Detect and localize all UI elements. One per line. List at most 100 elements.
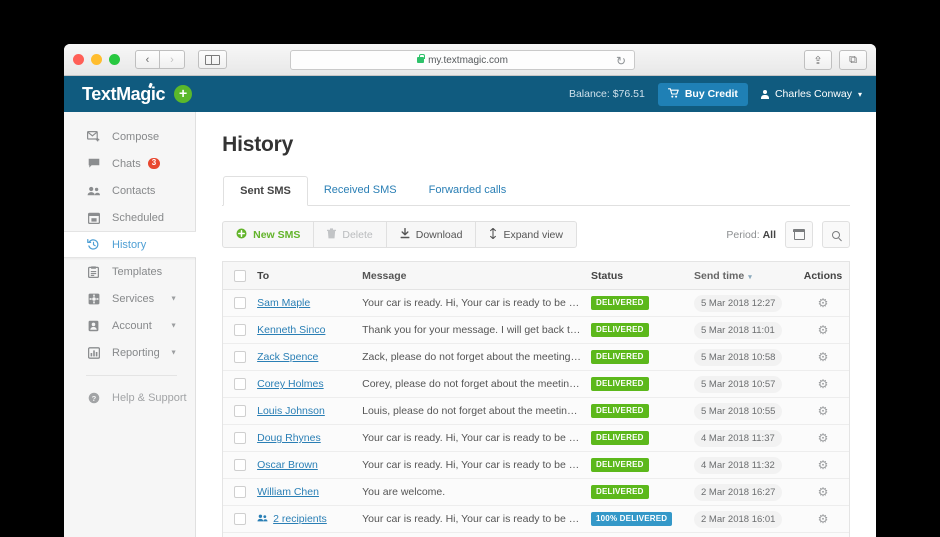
table-row[interactable]: Kenneth Sinco Thank you for your message.… xyxy=(223,317,849,344)
share-icon[interactable]: ⇪ xyxy=(804,50,832,70)
gear-icon[interactable]: ⚙ xyxy=(818,512,829,526)
table-row[interactable]: Doug Rhynes Your car is ready. Hi, Your c… xyxy=(223,425,849,452)
row-select-cell xyxy=(223,297,257,309)
recipient-link[interactable]: Doug Rhynes xyxy=(257,432,321,444)
table-row[interactable]: Louis Johnson Louis, please do not forget… xyxy=(223,398,849,425)
sidebar: Compose Chats 3 Contacts Scheduled Histo… xyxy=(64,112,197,537)
select-all-checkbox[interactable] xyxy=(234,269,247,282)
column-header-send-time[interactable]: Send time ▾ xyxy=(694,270,797,282)
sidebar-item-label: Account xyxy=(112,319,152,332)
sidebar-item-services[interactable]: Services ▼ xyxy=(64,285,195,312)
table-row[interactable]: William Chen You are welcome. DELIVERED 2 M… xyxy=(223,479,849,506)
column-header-status[interactable]: Status xyxy=(591,270,694,282)
sidebar-item-scheduled[interactable]: Scheduled xyxy=(64,204,195,231)
gear-icon[interactable]: ⚙ xyxy=(818,377,829,391)
sidebar-item-reporting[interactable]: Reporting ▼ xyxy=(64,339,195,366)
plus-circle-icon xyxy=(236,228,247,242)
table-row[interactable]: Sam Maple Your car is ready. Hi, Your car… xyxy=(223,290,849,317)
sidebar-item-label: Templates xyxy=(112,265,163,278)
sidebar-item-templates[interactable]: Templates xyxy=(64,258,195,285)
column-header-to[interactable]: To xyxy=(257,270,362,282)
row-checkbox[interactable] xyxy=(234,405,247,417)
chat-icon xyxy=(86,158,101,169)
recipient-link[interactable]: 2 recipients xyxy=(273,513,327,525)
row-checkbox[interactable] xyxy=(234,486,247,498)
close-window-button[interactable] xyxy=(73,54,84,65)
url-bar[interactable]: my.textmagic.com ↻ xyxy=(290,50,635,70)
recipient-link[interactable]: Corey Holmes xyxy=(257,378,324,390)
table-row[interactable]: Corey Holmes Corey, please do not forget … xyxy=(223,371,849,398)
sidebar-item-account[interactable]: Account ▼ xyxy=(64,312,195,339)
chats-unread-badge: 3 xyxy=(147,158,161,169)
navigation-buttons: ‹ › xyxy=(135,50,185,69)
message-cell: You are welcome. xyxy=(362,486,446,498)
recipient-link[interactable]: Sam Maple xyxy=(257,297,310,309)
maximize-window-button[interactable] xyxy=(109,54,120,65)
table-row[interactable]: Zack Spence Zack, please do not forget ab… xyxy=(223,344,849,371)
table-header-row: To Message Status Send time ▾ Actions xyxy=(223,262,849,290)
actions-cell: ⚙ xyxy=(797,512,849,526)
calendar-filter-button[interactable] xyxy=(785,221,813,248)
new-sms-button[interactable]: New SMS xyxy=(222,221,315,248)
minimize-window-button[interactable] xyxy=(91,54,102,65)
send-time-pill: 4 Mar 2018 11:32 xyxy=(694,456,782,474)
tab-received-sms[interactable]: Received SMS xyxy=(308,176,413,206)
tabs-icon[interactable]: ⧉ xyxy=(839,50,867,70)
back-icon[interactable]: ‹ xyxy=(135,50,160,69)
calendar-icon xyxy=(86,212,101,224)
table-row[interactable]: 2 recipients Your car is ready. Hi, Your … xyxy=(223,506,849,533)
sidebar-item-history[interactable]: History xyxy=(64,231,197,258)
reload-icon[interactable]: ↻ xyxy=(616,54,626,68)
actions-cell: ⚙ xyxy=(797,431,849,445)
gear-icon[interactable]: ⚙ xyxy=(818,485,829,499)
status-badge: DELIVERED xyxy=(591,323,649,337)
buy-credit-button[interactable]: Buy Credit xyxy=(657,82,748,106)
tab-forwarded-calls[interactable]: Forwarded calls xyxy=(413,176,523,206)
table-row[interactable]: Oscar Brown Your car is ready. Hi, Your c… xyxy=(223,452,849,479)
search-button[interactable] xyxy=(822,221,850,248)
gear-icon[interactable]: ⚙ xyxy=(818,296,829,310)
sidebar-toggle-icon[interactable] xyxy=(198,50,227,69)
row-checkbox[interactable] xyxy=(234,459,247,471)
gear-icon[interactable]: ⚙ xyxy=(818,323,829,337)
table-row[interactable]: Timothy BendelYour car is ready. Hi, You… xyxy=(223,533,849,537)
sidebar-divider xyxy=(86,375,178,376)
gear-icon[interactable]: ⚙ xyxy=(818,458,829,472)
column-header-message[interactable]: Message xyxy=(362,270,591,282)
row-checkbox[interactable] xyxy=(234,513,247,525)
delete-button[interactable]: Delete xyxy=(314,221,387,248)
row-select-cell xyxy=(223,351,257,363)
download-button[interactable]: Download xyxy=(386,221,477,248)
sidebar-item-contacts[interactable]: Contacts xyxy=(64,177,195,204)
textmagic-logo[interactable]: TextMagic xyxy=(82,82,165,105)
tab-sent-sms[interactable]: Sent SMS xyxy=(223,176,308,206)
search-icon xyxy=(832,230,840,239)
row-checkbox[interactable] xyxy=(234,297,247,309)
account-icon xyxy=(86,320,101,332)
gear-icon[interactable]: ⚙ xyxy=(818,431,829,445)
recipient-cell: Doug Rhynes xyxy=(257,432,362,444)
app-header: TextMagic + Balance: $76.51 Buy Credit C… xyxy=(64,76,876,112)
status-cell: DELIVERED xyxy=(591,323,694,337)
status-badge: DELIVERED xyxy=(591,485,649,499)
recipient-link[interactable]: Oscar Brown xyxy=(257,459,318,471)
recipient-link[interactable]: William Chen xyxy=(257,486,319,498)
window-controls xyxy=(73,54,120,65)
forward-icon[interactable]: › xyxy=(160,50,185,69)
sidebar-item-chats[interactable]: Chats 3 xyxy=(64,150,195,177)
row-checkbox[interactable] xyxy=(234,324,247,336)
quick-add-button[interactable]: + xyxy=(174,85,193,103)
recipient-link[interactable]: Zack Spence xyxy=(257,351,318,363)
gear-icon[interactable]: ⚙ xyxy=(818,404,829,418)
period-filter[interactable]: Period: All xyxy=(726,229,776,241)
user-menu[interactable]: Charles Conway ▾ xyxy=(760,88,862,100)
row-checkbox[interactable] xyxy=(234,432,247,444)
sidebar-item-help-support[interactable]: ? Help & Support xyxy=(64,384,195,411)
recipient-link[interactable]: Kenneth Sinco xyxy=(257,324,325,336)
recipient-link[interactable]: Louis Johnson xyxy=(257,405,325,417)
gear-icon[interactable]: ⚙ xyxy=(818,350,829,364)
sidebar-item-compose[interactable]: Compose xyxy=(64,123,195,150)
row-checkbox[interactable] xyxy=(234,351,247,363)
expand-view-button[interactable]: Expand view xyxy=(476,221,577,248)
row-checkbox[interactable] xyxy=(234,378,247,390)
